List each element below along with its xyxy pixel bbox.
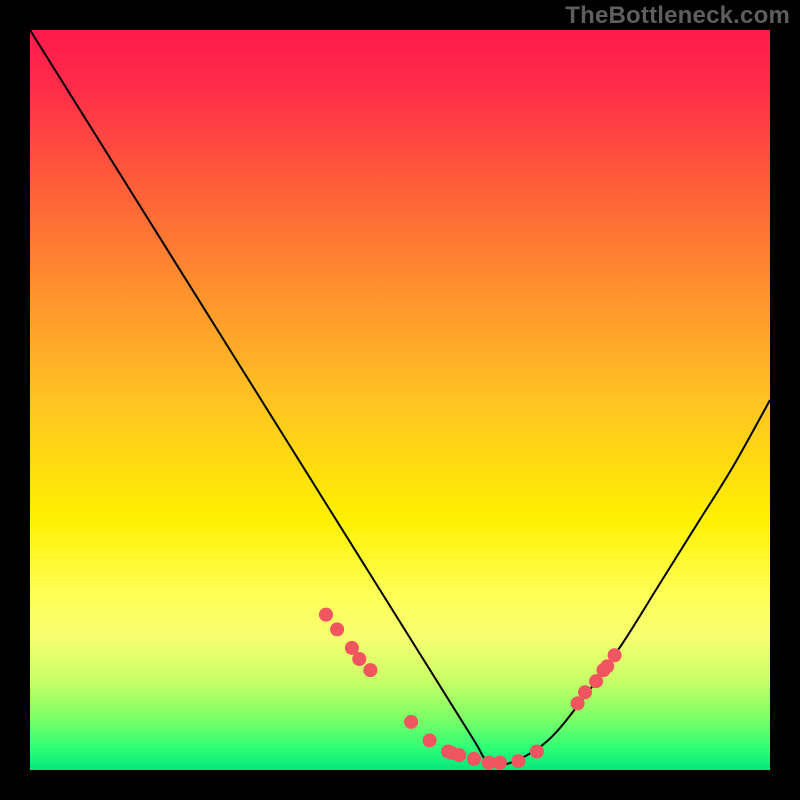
highlight-dot — [578, 685, 592, 699]
highlight-dot — [423, 733, 437, 747]
highlight-dot — [319, 608, 333, 622]
highlight-dot — [467, 752, 481, 766]
highlight-dot — [404, 715, 418, 729]
highlight-dot — [511, 754, 525, 768]
highlight-dot — [493, 756, 507, 770]
highlight-dot — [363, 663, 377, 677]
highlight-dot — [352, 652, 366, 666]
highlight-dot — [530, 744, 544, 758]
highlight-dot — [452, 748, 466, 762]
chart-svg — [30, 30, 770, 770]
highlight-dot — [608, 648, 622, 662]
highlight-dot — [330, 622, 344, 636]
bottleneck-curve — [30, 30, 770, 765]
highlight-dots — [319, 608, 622, 770]
watermark-text: TheBottleneck.com — [565, 2, 790, 30]
plot-area — [30, 30, 770, 770]
chart-frame: TheBottleneck.com — [0, 0, 800, 800]
